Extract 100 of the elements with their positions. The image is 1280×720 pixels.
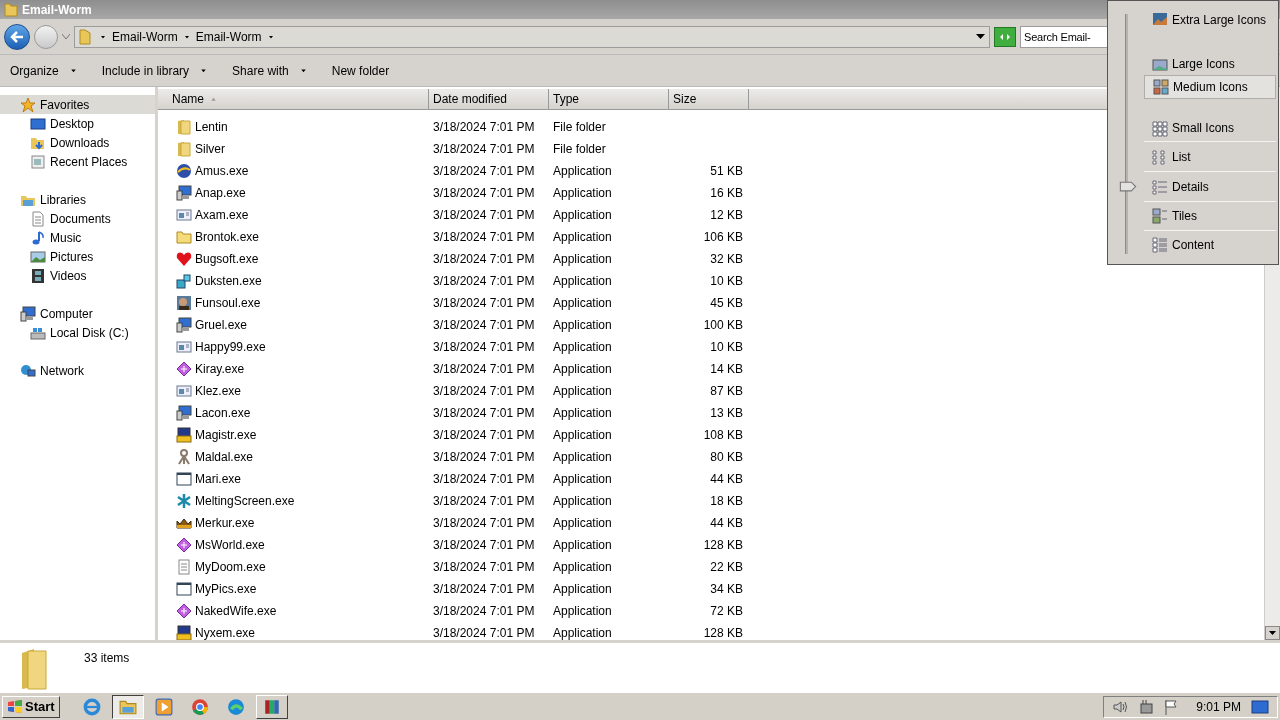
grid-icon [1153,79,1169,95]
back-button[interactable] [4,23,30,50]
type-cell: Application [553,362,612,376]
type-cell: Application [553,186,612,200]
column-header[interactable]: Size [669,89,749,110]
file-name[interactable]: NakedWife.exe [195,602,277,620]
size-cell: 106 KB [703,230,743,244]
film-icon [30,267,46,284]
sidebar-item[interactable]: Downloads [0,133,155,152]
file-name[interactable]: Lacon.exe [195,404,251,422]
view-menu-item[interactable]: Content [1144,230,1276,259]
file-name[interactable]: Lentin [195,118,228,136]
size-cell: 10 KB [710,340,743,354]
file-name[interactable]: Nyxem.exe [195,624,256,640]
taskbar-button[interactable] [111,694,144,719]
snowflake-icon [176,493,192,509]
desktop-icon [30,115,46,132]
file-name[interactable]: Silver [195,140,225,158]
scroll-down-button[interactable] [1265,626,1280,640]
window-icon [176,581,192,597]
date-cell: 3/18/2024 7:01 PM [433,406,535,420]
file-name[interactable]: Anap.exe [195,184,246,202]
sidebar-group[interactable]: Computer [0,304,155,323]
start-button[interactable]: Start [2,695,60,718]
view-menu-item[interactable]: List [1144,141,1276,171]
show-desktop-icon[interactable] [1251,699,1269,714]
file-name[interactable]: Amus.exe [195,162,249,180]
file-name[interactable]: Duksten.exe [195,272,262,290]
sidebar-item[interactable]: Local Disk (C:) [0,323,155,342]
sidebar-item[interactable]: Documents [0,209,155,228]
file-name[interactable]: Brontok.exe [195,228,260,246]
folder-icon [79,28,91,45]
speaker-icon[interactable] [1112,699,1129,714]
cubes-icon [176,273,192,289]
clock[interactable]: 9:01 PM [1196,697,1241,716]
size-cell: 12 KB [710,208,743,222]
date-cell: 3/18/2024 7:01 PM [433,516,535,530]
sidebar-item[interactable]: Pictures [0,247,155,266]
toolbar-button[interactable]: Share with [226,58,314,83]
date-cell: 3/18/2024 7:01 PM [433,208,535,222]
date-cell: 3/18/2024 7:01 PM [433,494,535,508]
date-cell: 3/18/2024 7:01 PM [433,604,535,618]
window-icon [176,207,192,223]
item-count: 33 items [84,650,130,667]
file-name[interactable]: Klez.exe [195,382,242,400]
network-icon[interactable] [1138,698,1155,715]
file-name[interactable]: Bugsoft.exe [195,250,259,268]
address-field[interactable]: Email-Worm Email-Worm [74,25,990,48]
date-cell: 3/18/2024 7:01 PM [433,230,535,244]
file-name[interactable]: Merkur.exe [195,514,255,532]
music-note-icon [30,229,46,246]
sidebar-item[interactable]: Videos [0,266,155,285]
file-name[interactable]: MyPics.exe [195,580,257,598]
chrome-icon [190,697,209,716]
file-name[interactable]: MsWorld.exe [195,536,265,554]
view-menu-item[interactable]: Medium Icons [1144,75,1276,99]
date-cell: 3/18/2024 7:01 PM [433,472,535,486]
breadcrumb[interactable]: Email-Worm [111,27,179,46]
column-header[interactable]: Name [158,89,429,110]
file-name[interactable]: Funsoul.exe [195,294,261,312]
file-name[interactable]: Gruel.exe [195,316,248,334]
toolbar-button[interactable]: New folder [325,58,396,83]
column-header[interactable]: Date modified [429,89,549,110]
file-name[interactable]: Axam.exe [195,206,249,224]
file-name[interactable]: Maldal.exe [195,448,254,466]
pictures-icon [30,248,46,265]
toolbar-button[interactable]: Include in library [95,58,215,83]
sidebar-group[interactable]: Libraries [0,190,155,209]
file-name[interactable]: MyDoom.exe [195,558,266,576]
refresh-button[interactable] [994,26,1016,47]
view-menu-item[interactable]: Tiles [1144,201,1276,230]
file-name[interactable]: Magistr.exe [195,426,257,444]
date-cell: 3/18/2024 7:01 PM [433,186,535,200]
size-cell: 34 KB [710,582,743,596]
media-player-icon [154,697,173,716]
view-menu-item[interactable]: Large Icons [1144,37,1276,75]
column-header[interactable]: Type [549,89,669,110]
view-menu-item[interactable]: Small Icons [1144,99,1276,141]
sidebar-group[interactable]: Favorites [0,95,155,114]
file-name[interactable]: Happy99.exe [195,338,266,356]
toolbar-button[interactable]: Organize [4,58,84,83]
file-name[interactable]: Kiray.exe [195,360,245,378]
file-name[interactable]: Mari.exe [195,470,241,488]
view-menu-item[interactable]: Details [1144,171,1276,201]
history-dropdown-icon[interactable] [62,33,70,40]
date-cell: 3/18/2024 7:01 PM [433,296,535,310]
sidebar-group[interactable]: Network [0,361,155,380]
sidebar-item[interactable]: Music [0,228,155,247]
tiles-icon [1152,208,1168,224]
file-name[interactable]: MeltingScreen.exe [195,492,295,510]
sidebar-item[interactable]: Recent Places [0,152,155,171]
date-cell: 3/18/2024 7:01 PM [433,384,535,398]
flag-icon[interactable] [1164,698,1179,715]
view-menu-item[interactable]: Extra Large Icons [1144,1,1276,37]
refresh-arrows-icon [998,31,1012,42]
dropdown-caret-icon[interactable] [976,34,985,39]
notepad-icon [176,559,192,575]
list-icon [1152,148,1168,165]
sidebar-item[interactable]: Desktop [0,114,155,133]
breadcrumb[interactable]: Email-Worm [194,27,263,46]
